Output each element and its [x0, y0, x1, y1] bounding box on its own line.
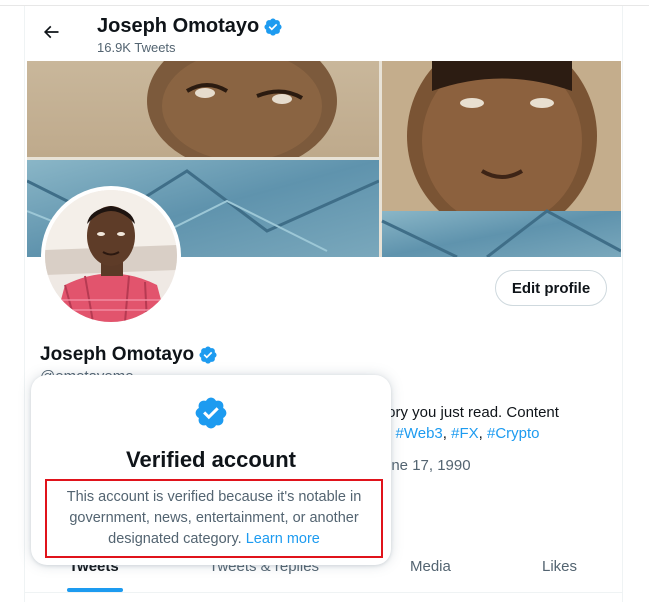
- hashtag-separator: ,: [478, 425, 487, 442]
- back-button[interactable]: [35, 16, 67, 48]
- popover-title: Verified account: [126, 447, 296, 472]
- birth-date: une 17, 1990: [383, 457, 471, 474]
- tab-media[interactable]: Media: [410, 558, 451, 575]
- bio-text: tory you just read. Content: [383, 404, 559, 421]
- column-border-left: [24, 6, 25, 602]
- column-border-right: [622, 6, 623, 602]
- verified-badge-icon[interactable]: [198, 345, 218, 365]
- arrow-left-icon: [43, 25, 59, 39]
- verified-badge-icon: [195, 397, 227, 429]
- profile-header: Joseph Omotayo 16.9K Tweets: [25, 6, 622, 62]
- hashtag-web3[interactable]: #Web3: [396, 425, 443, 442]
- tab-likes[interactable]: Likes: [542, 558, 577, 575]
- learn-more-link[interactable]: Learn more: [246, 531, 320, 547]
- hashtag-separator: ,: [442, 425, 452, 442]
- profile-name-row: Joseph Omotayo: [40, 344, 218, 366]
- header-name-row: Joseph Omotayo: [97, 15, 283, 38]
- verified-account-popover: Verified account This account is verifie…: [31, 375, 391, 565]
- profile-name: Joseph Omotayo: [40, 344, 195, 365]
- edit-profile-button[interactable]: Edit profile: [495, 270, 607, 306]
- tweet-count: 16.9K Tweets: [97, 40, 176, 55]
- verified-badge-icon[interactable]: [263, 17, 283, 37]
- bio-hashtags-line: n #Web3, #FX, #Crypto: [383, 425, 540, 442]
- popover-description-box: This account is verified because it's no…: [45, 479, 383, 558]
- tabs-divider: [25, 592, 622, 593]
- hashtag-crypto[interactable]: #Crypto: [487, 425, 540, 442]
- header-name: Joseph Omotayo: [97, 15, 260, 37]
- profile-avatar[interactable]: [41, 186, 181, 326]
- hashtag-fx[interactable]: #FX: [451, 425, 479, 442]
